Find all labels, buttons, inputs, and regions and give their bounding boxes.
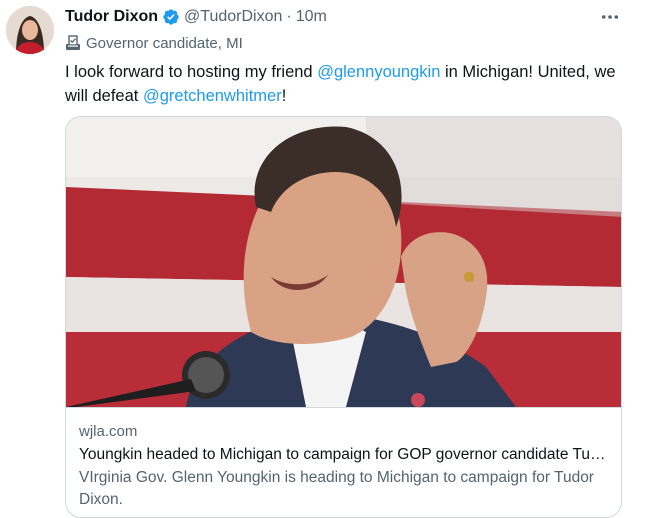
card-description: VIrginia Gov. Glenn Youngkin is heading … bbox=[79, 469, 594, 508]
mention-link[interactable]: @gretchenwhitmer bbox=[143, 87, 282, 105]
more-options-icon[interactable] bbox=[600, 8, 620, 26]
link-card[interactable]: wjla.com Youngkin headed to Michigan to … bbox=[65, 116, 622, 518]
separator-dot: · bbox=[286, 8, 292, 25]
avatar[interactable] bbox=[6, 6, 54, 54]
account-label[interactable]: Governor candidate, MI bbox=[65, 32, 243, 54]
card-title[interactable]: Youngkin headed to Michigan to campaign … bbox=[79, 443, 614, 467]
timestamp[interactable]: 10m bbox=[296, 8, 327, 26]
tweet-header: Tudor Dixon @TudorDixon · 10m bbox=[65, 6, 327, 28]
tweet-text-part: ! bbox=[281, 87, 287, 105]
card-domain: wjla.com bbox=[79, 423, 138, 440]
tweet-text: I look forward to hosting my friend @gle… bbox=[65, 60, 625, 108]
account-label-text: Governor candidate, MI bbox=[86, 34, 243, 52]
verified-badge-icon bbox=[162, 8, 180, 26]
mention-link[interactable]: @glennyoungkin bbox=[317, 63, 440, 81]
tweet[interactable]: Tudor Dixon @TudorDixon · 10m Governor c… bbox=[0, 0, 655, 518]
author-name[interactable]: Tudor Dixon bbox=[65, 8, 158, 26]
card-meta[interactable]: wjla.com Youngkin headed to Michigan to … bbox=[66, 407, 621, 517]
tweet-text-part: I look forward to hosting my friend bbox=[65, 63, 318, 81]
government-label-icon bbox=[65, 35, 81, 51]
card-image[interactable] bbox=[66, 117, 621, 407]
author-handle[interactable]: @TudorDixon bbox=[184, 8, 282, 26]
